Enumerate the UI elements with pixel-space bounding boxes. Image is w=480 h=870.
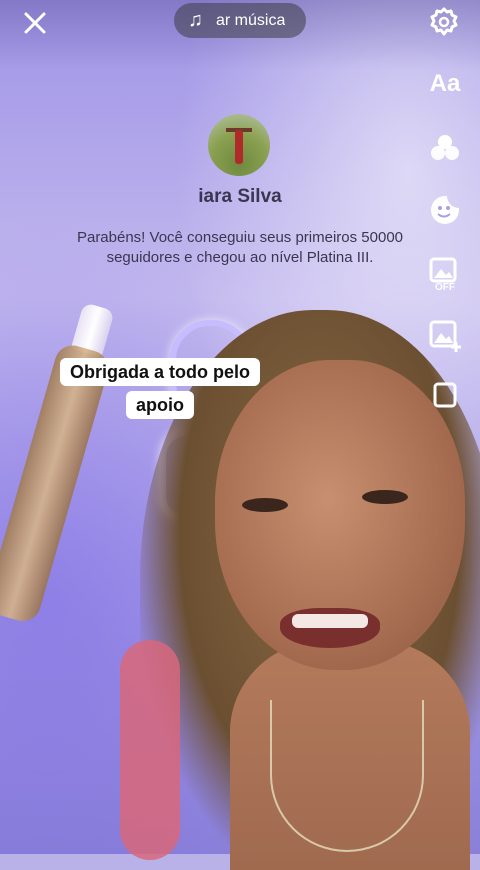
gear-icon [430,7,458,36]
close-button[interactable] [20,8,50,38]
photo-off-icon: OFF [429,257,457,293]
add-music-button[interactable]: ♫ ar música [174,3,306,38]
person-shirt [120,640,180,860]
text-tool-button[interactable]: Aa [426,66,464,102]
add-photo-button[interactable] [426,318,464,354]
caption-text: Obrigada a todo pelo apoio [59,358,260,419]
filters-button[interactable] [426,130,464,166]
avatar [208,114,270,176]
person-eye-right [362,490,408,504]
filters-icon [431,135,459,160]
add-music-label: ar música [216,11,286,29]
photo-off-label: OFF [435,282,455,292]
close-icon [24,12,46,34]
add-photo-icon [429,320,461,352]
user-name: iara Silva [198,186,282,207]
settings-button[interactable] [428,6,460,38]
person-necklace [270,700,424,852]
more-tools-button[interactable] [426,382,464,408]
milestone-message: Parabéns! Você conseguiu seus primeiros … [76,229,404,266]
avatar-figure [235,130,243,164]
text-tool-label: Aa [429,70,461,97]
person-teeth [292,614,368,628]
photo-off-button[interactable]: OFF [426,256,464,293]
caption-box[interactable]: Obrigada a todo pelo apoio [50,356,270,422]
music-note-icon: ♫ [188,9,203,31]
more-tools-icon [433,382,457,408]
person-eye-left [242,498,288,512]
